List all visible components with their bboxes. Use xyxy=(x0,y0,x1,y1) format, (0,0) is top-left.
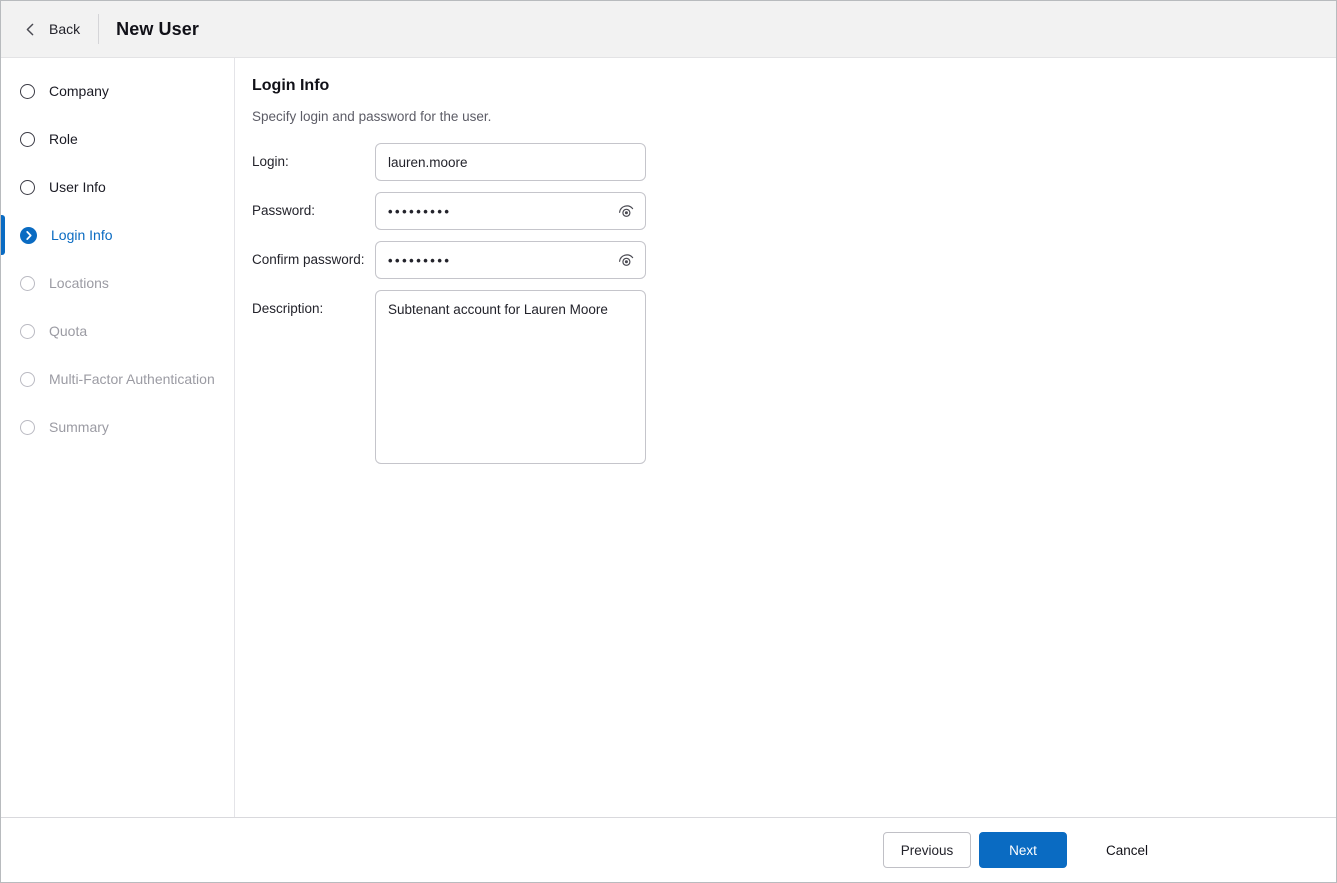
description-label: Description: xyxy=(252,301,324,316)
step-label: Locations xyxy=(49,275,109,291)
show-password-button[interactable] xyxy=(615,200,637,222)
step-circle-icon xyxy=(20,323,35,339)
confirm-password-input[interactable] xyxy=(375,241,646,279)
sidebar-item-summary[interactable]: Summary xyxy=(1,403,234,451)
section-subtitle: Specify login and password for the user. xyxy=(252,109,492,124)
login-label: Login: xyxy=(252,154,289,169)
back-label: Back xyxy=(49,21,81,37)
description-row: Description: xyxy=(252,290,1336,469)
step-label: Company xyxy=(49,83,109,99)
section-title: Login Info xyxy=(252,77,330,94)
new-user-wizard-window: Back New User Company Role User Info Log… xyxy=(0,0,1337,883)
password-input[interactable] xyxy=(375,192,646,230)
page-title: New User xyxy=(116,18,199,39)
wizard-header: Back New User xyxy=(1,1,1336,58)
wizard-footer: Previous Next Cancel xyxy=(1,817,1336,882)
header-divider xyxy=(98,14,100,44)
password-label: Password: xyxy=(252,203,316,218)
step-label: Summary xyxy=(49,419,109,435)
next-button[interactable]: Next xyxy=(978,832,1067,868)
sidebar-item-locations[interactable]: Locations xyxy=(1,259,234,307)
chevron-left-icon xyxy=(24,23,37,36)
chevron-right-circle-icon xyxy=(20,226,37,244)
show-confirm-password-button[interactable] xyxy=(615,249,637,271)
confirm-password-row: Confirm password: xyxy=(252,241,1336,279)
wizard-steps-sidebar: Company Role User Info Login Info Locati… xyxy=(1,58,235,817)
step-label: Multi-Factor Authentication xyxy=(49,371,215,387)
step-label: User Info xyxy=(49,179,106,195)
sidebar-item-multi-factor-authentication[interactable]: Multi-Factor Authentication xyxy=(1,355,234,403)
back-button[interactable]: Back xyxy=(1,1,98,57)
step-label: Role xyxy=(49,131,78,147)
password-row: Password: xyxy=(252,192,1336,230)
login-info-form: Login: Password: xyxy=(252,143,1336,469)
sidebar-item-login-info[interactable]: Login Info xyxy=(1,211,234,259)
step-circle-icon xyxy=(20,131,35,147)
sidebar-item-quota[interactable]: Quota xyxy=(1,307,234,355)
confirm-password-label: Confirm password: xyxy=(252,252,365,267)
eye-icon xyxy=(617,251,635,269)
sidebar-item-role[interactable]: Role xyxy=(1,115,234,163)
cancel-button[interactable]: Cancel xyxy=(1090,832,1164,868)
step-circle-icon xyxy=(20,179,35,195)
step-circle-icon xyxy=(20,275,35,291)
previous-button[interactable]: Previous xyxy=(882,832,971,868)
description-textarea[interactable] xyxy=(375,290,646,464)
step-circle-icon xyxy=(20,371,35,387)
login-info-panel: Login Info Specify login and password fo… xyxy=(235,58,1336,817)
sidebar-item-user-info[interactable]: User Info xyxy=(1,163,234,211)
step-label: Quota xyxy=(49,323,88,339)
login-row: Login: xyxy=(252,143,1336,181)
step-circle-icon xyxy=(20,419,35,435)
step-label: Login Info xyxy=(51,227,113,243)
wizard-body: Company Role User Info Login Info Locati… xyxy=(1,58,1336,817)
sidebar-item-company[interactable]: Company xyxy=(1,67,234,115)
login-input[interactable] xyxy=(375,143,646,181)
step-circle-icon xyxy=(20,83,35,99)
eye-icon xyxy=(617,202,635,220)
